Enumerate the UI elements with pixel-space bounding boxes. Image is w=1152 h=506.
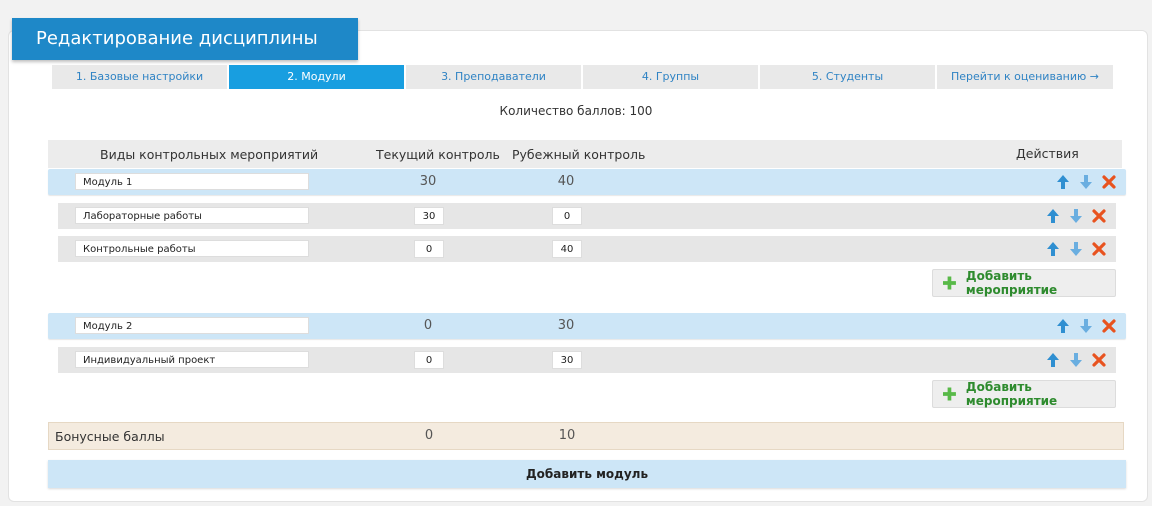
bonus-row: Бонусные баллы 0 10 bbox=[48, 422, 1124, 450]
delete-x-icon[interactable] bbox=[1102, 318, 1116, 334]
arrow-up-icon[interactable] bbox=[1056, 318, 1070, 334]
delete-x-icon[interactable] bbox=[1092, 241, 1106, 257]
event-name-input[interactable]: Лабораторные работы bbox=[75, 207, 309, 224]
event-name-input[interactable]: Индивидуальный проект bbox=[75, 351, 309, 368]
delete-x-icon[interactable] bbox=[1102, 174, 1116, 190]
bonus-current-value: 0 bbox=[424, 428, 434, 443]
header-boundary: Рубежный контроль bbox=[512, 147, 646, 162]
add-event-label: Добавить мероприятие bbox=[965, 269, 1058, 297]
event-current-input[interactable]: 0 bbox=[414, 240, 444, 258]
event-row: Лабораторные работы 30 0 bbox=[58, 203, 1116, 229]
add-event-label: Добавить мероприятие bbox=[965, 380, 1058, 408]
arrow-up-icon[interactable] bbox=[1046, 352, 1060, 368]
row-actions bbox=[1037, 239, 1106, 259]
event-boundary-input[interactable]: 40 bbox=[552, 240, 582, 258]
module-name-input[interactable]: Модуль 2 bbox=[75, 317, 309, 334]
event-name-input[interactable]: Контрольные работы bbox=[75, 240, 309, 257]
event-row: Индивидуальный проект 0 30 bbox=[58, 347, 1116, 373]
tab-bar: 1. Базовые настройки 2. Модули 3. Препод… bbox=[52, 65, 1113, 89]
arrow-down-icon[interactable] bbox=[1069, 241, 1083, 257]
plus-icon bbox=[943, 276, 956, 290]
row-actions bbox=[1047, 172, 1116, 192]
event-row: Контрольные работы 0 40 bbox=[58, 236, 1116, 262]
arrow-down-icon[interactable] bbox=[1069, 352, 1083, 368]
arrow-down-icon[interactable] bbox=[1079, 174, 1093, 190]
add-event-button[interactable]: Добавить мероприятие bbox=[932, 269, 1116, 297]
event-boundary-input[interactable]: 30 bbox=[552, 351, 582, 369]
tab-groups[interactable]: 4. Группы bbox=[583, 65, 758, 89]
arrow-down-icon[interactable] bbox=[1069, 208, 1083, 224]
bonus-label: Бонусные баллы bbox=[55, 429, 165, 444]
event-boundary-input[interactable]: 0 bbox=[552, 207, 582, 225]
page-title: Редактирование дисциплины №6601 bbox=[12, 18, 358, 91]
module-boundary-value: 40 bbox=[557, 174, 575, 189]
bonus-boundary-value: 10 bbox=[558, 428, 576, 443]
module-current-value: 30 bbox=[419, 174, 437, 189]
module-name-input[interactable]: Модуль 1 bbox=[75, 173, 309, 190]
module-row: Модуль 1 30 40 bbox=[48, 169, 1126, 195]
row-actions bbox=[1047, 316, 1116, 336]
arrow-up-icon[interactable] bbox=[1046, 241, 1060, 257]
table-header: Виды контрольных мероприятий Текущий кон… bbox=[48, 140, 1122, 168]
arrow-down-icon[interactable] bbox=[1079, 318, 1093, 334]
plus-icon bbox=[943, 387, 956, 401]
tab-students[interactable]: 5. Студенты bbox=[760, 65, 935, 89]
tab-base-settings[interactable]: 1. Базовые настройки bbox=[52, 65, 227, 89]
delete-x-icon[interactable] bbox=[1092, 352, 1106, 368]
module-boundary-value: 30 bbox=[557, 318, 575, 333]
add-module-button[interactable]: Добавить модуль bbox=[48, 460, 1126, 488]
delete-x-icon[interactable] bbox=[1092, 208, 1106, 224]
event-current-input[interactable]: 30 bbox=[414, 207, 444, 225]
tab-teachers[interactable]: 3. Преподаватели bbox=[406, 65, 581, 89]
total-points: Количество баллов: 100 bbox=[499, 104, 653, 118]
module-row: Модуль 2 0 30 bbox=[48, 313, 1126, 339]
module-current-value: 0 bbox=[423, 318, 433, 333]
add-event-button[interactable]: Добавить мероприятие bbox=[932, 380, 1116, 408]
arrow-up-icon[interactable] bbox=[1046, 208, 1060, 224]
header-types: Виды контрольных мероприятий bbox=[100, 147, 319, 162]
arrow-up-icon[interactable] bbox=[1056, 174, 1070, 190]
row-actions bbox=[1037, 206, 1106, 226]
header-current: Текущий контроль bbox=[376, 147, 500, 162]
row-actions bbox=[1037, 350, 1106, 370]
tab-modules[interactable]: 2. Модули bbox=[229, 65, 404, 89]
header-actions: Действия bbox=[1016, 146, 1079, 161]
tab-go-to-grading[interactable]: Перейти к оцениванию → bbox=[937, 65, 1113, 89]
event-current-input[interactable]: 0 bbox=[414, 351, 444, 369]
